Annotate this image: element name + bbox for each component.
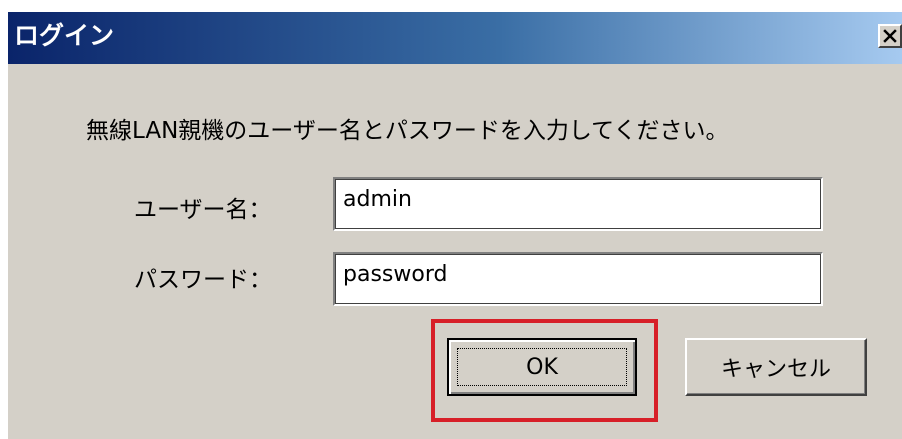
instruction-message: 無線LAN親機のユーザー名とパスワードを入力してください。 bbox=[86, 118, 729, 144]
password-input[interactable] bbox=[343, 258, 821, 290]
cancel-button-label: キャンセル bbox=[720, 357, 831, 382]
title-bar: ログイン bbox=[8, 12, 902, 64]
login-dialog: ログイン 無線LAN親機のユーザー名とパスワードを入力してください。 ユーザー名… bbox=[6, 10, 902, 439]
cancel-button[interactable]: キャンセル bbox=[685, 338, 867, 396]
username-label: ユーザー名： bbox=[134, 197, 272, 223]
password-label: パスワード： bbox=[134, 267, 272, 293]
window-title: ログイン bbox=[14, 21, 115, 50]
focus-ring bbox=[457, 348, 627, 386]
username-input[interactable] bbox=[343, 183, 821, 215]
close-icon bbox=[883, 29, 897, 43]
close-button[interactable] bbox=[878, 24, 902, 48]
ok-button[interactable]: OK bbox=[447, 338, 637, 396]
password-field[interactable] bbox=[333, 252, 823, 306]
username-field[interactable] bbox=[333, 177, 823, 231]
